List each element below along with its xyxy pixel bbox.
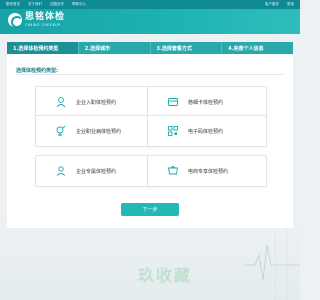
option-ecommerce-checkup[interactable]: 电商专享体检预约 [147,155,267,187]
option-label: 慈细卡体检预约 [188,99,224,106]
topbar-link-service[interactable]: 客户服务 [265,2,279,7]
step-1[interactable]: 1.选择体检预约类型 [7,42,78,54]
top-utility-bar: 服务首页 关于我们 加盟合作 帮助中心 客户服务 登录 [0,0,300,9]
option-exclusive-checkup[interactable]: 企业专属体检预约 [35,155,155,187]
section-title: 选择体检预约类型: [16,68,59,74]
logo-icon [8,13,23,28]
section-divider [16,74,284,75]
topbar-link-help[interactable]: 帮助中心 [72,2,86,7]
option-label: 企业专属体检预约 [76,168,117,175]
option-employee-checkup[interactable]: 企业入职体检预约 [35,86,155,118]
ecg-line-decoration [245,225,300,300]
step-4[interactable]: 4.完善个人信息 [221,42,293,54]
option-label: 企业职业病体检预约 [76,128,122,135]
logo-subtitle: CIMING CHECKUP [25,23,61,27]
shop-icon [166,164,180,178]
step-2[interactable]: 2.选择城市 [77,42,150,54]
person-icon [54,164,68,178]
step-progress-bar: 1.选择体检预约类型 2.选择城市 3.选择套餐方式 4.完善个人信息 [7,42,293,54]
topbar-link-login[interactable]: 登录 [287,2,294,7]
topbar-link-home[interactable]: 服务首页 [6,2,20,7]
topbar-link-about[interactable]: 关于我们 [28,2,42,7]
card-icon [166,95,180,109]
employee-icon [54,95,68,109]
option-label: 企业入职体检预约 [76,99,117,106]
next-step-button[interactable]: 下一步 [121,203,179,216]
option-occupational-checkup[interactable]: 企业职业病体检预约 [35,115,155,147]
health-icon [54,124,68,138]
qr-icon [166,124,180,138]
site-header: 思铭体检 CIMING CHECKUP [0,9,300,34]
watermark: 玖收藏 [137,266,192,285]
step-3[interactable]: 3.选择套餐方式 [149,42,222,54]
option-ecode-checkup[interactable]: 电子码体检预约 [147,115,267,147]
site-logo[interactable]: 思铭体检 CIMING CHECKUP [8,12,66,28]
option-label: 电商专享体检预约 [188,168,229,175]
option-label: 电子码体检预约 [188,128,224,135]
option-card-checkup[interactable]: 慈细卡体检预约 [147,86,267,118]
topbar-link-partner[interactable]: 加盟合作 [50,2,64,7]
logo-name: 思铭体检 [25,12,66,22]
